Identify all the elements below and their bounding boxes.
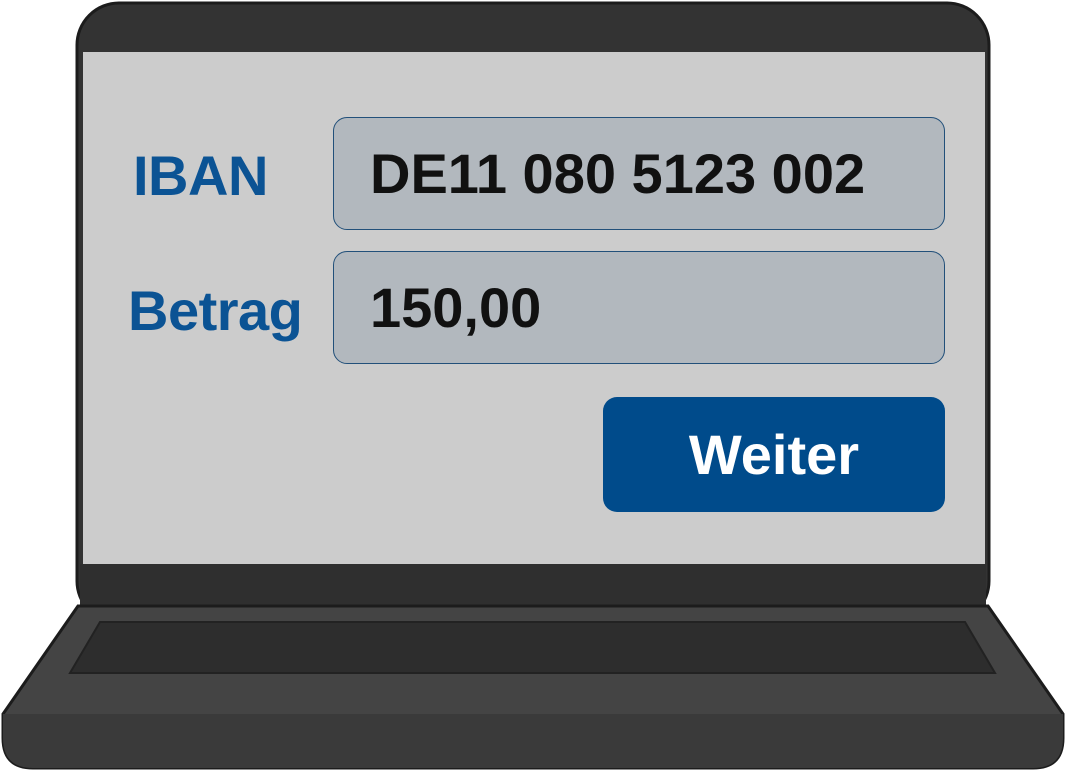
screen-bottom-bezel (80, 564, 986, 608)
laptop-base-front (3, 714, 1063, 768)
keyboard-area (68, 621, 997, 674)
iban-field[interactable]: DE11 080 5123 002 (333, 117, 945, 230)
laptop-illustration: IBAN DE11 080 5123 002 Betrag 150,00 Wei… (0, 0, 1066, 771)
iban-label: IBAN (133, 144, 268, 207)
laptop-frame (1, 1, 1065, 770)
amount-field[interactable]: 150,00 (333, 251, 945, 364)
next-button[interactable]: Weiter (603, 397, 945, 512)
amount-label: Betrag (128, 279, 303, 342)
